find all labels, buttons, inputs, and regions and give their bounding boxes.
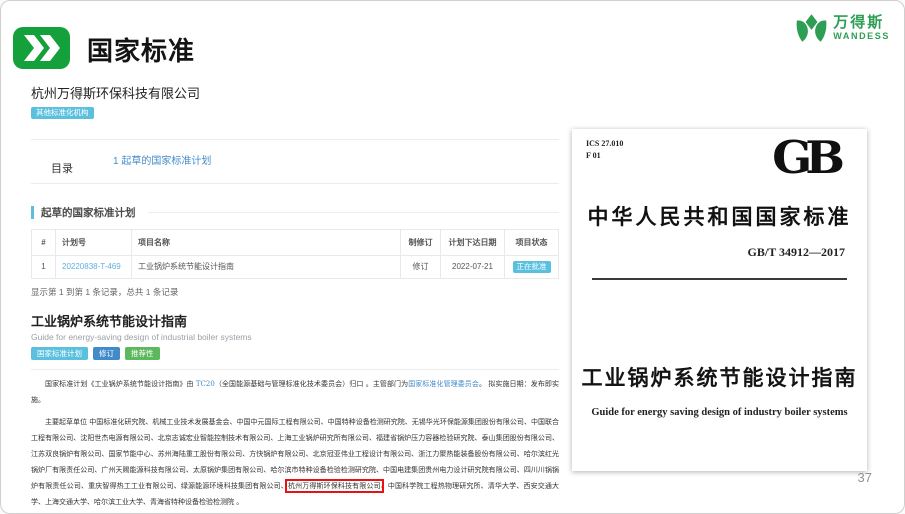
standards-plan-table: # 计划号 项目名称 制修订 计划下达日期 项目状态 1 20220838-T-… — [31, 229, 559, 279]
cell-project-name: 工业锅炉系统节能设计指南 — [132, 256, 401, 279]
table-header-row: # 计划号 项目名称 制修订 计划下达日期 项目状态 — [32, 230, 559, 256]
units-list-pre: 主要起草单位 中国标准化研究院、机械工业技术发展基金会、中国中元国际工程有限公司… — [31, 418, 559, 490]
ics-number: ICS 27.010 — [586, 138, 623, 150]
paragraph-overview: 国家标准计划《工业锅炉系统节能设计指南》由 TC20（全国能源基础与管理标准化技… — [31, 376, 559, 408]
col-plan-no: 计划号 — [56, 230, 132, 256]
col-revision: 制修订 — [401, 230, 441, 256]
national-standard-title: 中华人民共和国国家标准 — [572, 201, 867, 231]
badge-revision: 修订 — [93, 347, 120, 361]
standard-badges: 国家标准计划 修订 推荐性 — [31, 347, 559, 361]
section-header: 起草的国家标准计划 — [31, 204, 559, 220]
detail-divider — [31, 369, 559, 370]
double-chevron-icon — [13, 27, 70, 69]
logo-name: 万得斯 — [833, 14, 890, 31]
section-divider — [148, 212, 560, 213]
section-accent-bar — [31, 206, 34, 219]
status-badge: 正在批准 — [513, 261, 551, 273]
sac-link[interactable]: 国家标准化管理委员会 — [408, 380, 479, 388]
toc-label: 目录 — [31, 160, 93, 183]
cover-rule — [592, 278, 847, 280]
leaf-logo-icon — [795, 12, 828, 44]
cover-doc-title-en: Guide for energy saving design of indust… — [572, 407, 867, 418]
standard-title-en: Guide for energy-saving design of indust… — [31, 332, 559, 342]
ics-codes: ICS 27.010 F 01 — [586, 138, 623, 161]
toc-link-draft-plans[interactable]: 1 起草的国家标准计划 — [113, 140, 211, 183]
plan-number-link[interactable]: 20220838-T-469 — [62, 262, 121, 271]
gb-logo: GB — [772, 132, 845, 184]
cover-doc-title: 工业锅炉系统节能设计指南 — [572, 362, 867, 392]
page-title: 国家标准 — [87, 31, 195, 68]
company-type-badge: 其他标准化机构 — [31, 107, 94, 119]
cell-index: 1 — [32, 256, 56, 279]
tc20-link[interactable]: TC20 — [196, 380, 215, 388]
badge-recommended: 推荐性 — [125, 347, 160, 361]
slide-page-number: 37 — [858, 470, 872, 485]
table-record-count: 显示第 1 到第 1 条记录，总共 1 条记录 — [31, 286, 559, 298]
table-row: 1 20220838-T-469 工业锅炉系统节能设计指南 修订 2022-07… — [32, 256, 559, 279]
badge-national-plan: 国家标准计划 — [31, 347, 88, 361]
standard-number: GB/T 34912—2017 — [748, 245, 845, 260]
logo-name-en: WANDESS — [833, 31, 890, 41]
toc-box: 目录 1 起草的国家标准计划 — [31, 139, 559, 184]
highlighted-company: 杭州万得斯环保科技有限公司 — [288, 482, 381, 490]
paragraph-drafting-units: 主要起草单位 中国标准化研究院、机械工业技术发展基金会、中国中元国际工程有限公司… — [31, 414, 559, 510]
class-code: F 01 — [586, 150, 623, 162]
section-title: 起草的国家标准计划 — [41, 205, 136, 220]
col-index: # — [32, 230, 56, 256]
webpage-capture: 杭州万得斯环保科技有限公司 其他标准化机构 目录 1 起草的国家标准计划 起草的… — [31, 83, 559, 514]
wandess-logo: 万得斯 WANDESS — [795, 12, 890, 44]
col-issue-date: 计划下达日期 — [441, 230, 505, 256]
col-project-name: 项目名称 — [132, 230, 401, 256]
logo-text: 万得斯 WANDESS — [833, 14, 890, 42]
standard-title: 工业锅炉系统节能设计指南 — [31, 311, 559, 330]
chevrons-glyph — [23, 35, 61, 61]
cell-revision: 修订 — [401, 256, 441, 279]
para1-prefix: 国家标准计划《工业锅炉系统节能设计指南》由 — [45, 380, 196, 388]
col-status: 项目状态 — [505, 230, 559, 256]
cell-issue-date: 2022-07-21 — [441, 256, 505, 279]
slide: 国家标准 万得斯 WANDESS 杭州万得斯环保科技有限公司 其他标准化机构 目… — [0, 0, 905, 514]
company-name: 杭州万得斯环保科技有限公司 — [31, 83, 559, 102]
standard-cover-page: ICS 27.010 F 01 GB 中华人民共和国国家标准 GB/T 3491… — [572, 129, 867, 471]
para1-mid: （全国能源基础与管理标准化技术委员会）归口 。主管部门为 — [215, 380, 408, 388]
